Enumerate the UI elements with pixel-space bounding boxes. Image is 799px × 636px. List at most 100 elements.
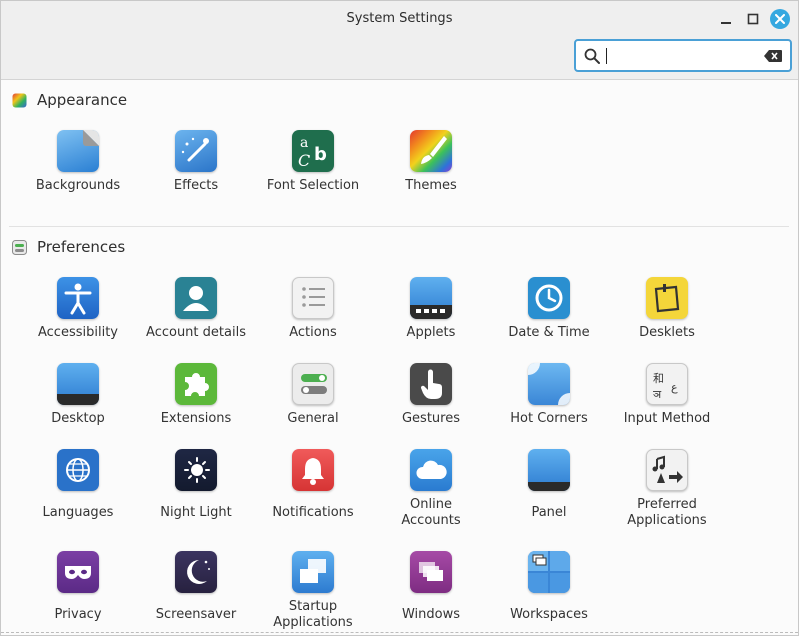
tile-actions[interactable]: Actions [254, 277, 372, 367]
workspaces-icon [528, 551, 570, 593]
tile-online-accounts[interactable]: Online Accounts [372, 449, 490, 539]
tile-extensions[interactable]: Extensions [137, 363, 255, 453]
applets-icon [410, 277, 452, 319]
startup-icon [292, 551, 334, 593]
hot-corners-icon [528, 363, 570, 405]
tile-label: Input Method [623, 411, 711, 426]
svg-text:ع: ع [671, 381, 678, 394]
tile-desklets[interactable]: Desklets [608, 277, 726, 367]
tile-general[interactable]: General [254, 363, 372, 453]
tile-account-details[interactable]: Account details [137, 277, 255, 367]
tile-label-line2: Applications [273, 615, 353, 630]
cloud-icon [410, 449, 452, 491]
tile-label: Backgrounds [35, 178, 121, 193]
tile-gestures[interactable]: Gestures [372, 363, 490, 453]
puzzle-icon [175, 363, 217, 405]
hand-pointer-icon [410, 363, 452, 405]
backgrounds-icon [57, 130, 99, 172]
section-title: Preferences [37, 238, 126, 256]
accessibility-icon [57, 277, 99, 319]
tile-preferred-applications[interactable]: Preferred Applications [608, 449, 726, 539]
panel-icon [528, 449, 570, 491]
tile-workspaces[interactable]: Workspaces [490, 551, 608, 636]
input-method-icon: 和ञع [646, 363, 688, 405]
appearance-icon [12, 93, 27, 107]
tile-label: Applets [406, 325, 456, 340]
tile-label: Languages [42, 505, 114, 520]
tile-label: Date & Time [508, 325, 590, 340]
tile-startup-applications[interactable]: Startup Applications [254, 551, 372, 636]
tile-label: General [287, 411, 339, 426]
minimize-icon [721, 22, 731, 24]
tile-label: Startup [288, 599, 338, 614]
windows-icon [410, 551, 452, 593]
tile-label: Font Selection [266, 178, 360, 193]
close-button[interactable] [770, 9, 790, 29]
section-appearance: Appearance [12, 90, 127, 110]
maximize-button[interactable] [743, 9, 763, 29]
effects-icon [175, 130, 217, 172]
svg-text:a: a [300, 135, 308, 151]
tile-languages[interactable]: Languages [19, 449, 137, 539]
tile-label: Accessibility [38, 325, 118, 340]
tile-label: Hot Corners [510, 411, 588, 426]
search-input[interactable] [606, 48, 607, 64]
tile-date-time[interactable]: Date & Time [490, 277, 608, 367]
moon-stars-icon [175, 551, 217, 593]
tile-windows[interactable]: Windows [372, 551, 490, 636]
maximize-icon [747, 13, 759, 25]
tile-label: Desktop [51, 411, 105, 426]
tile-screensaver[interactable]: Screensaver [137, 551, 255, 636]
globe-icon [57, 449, 99, 491]
tile-applets[interactable]: Applets [372, 277, 490, 367]
tile-input-method[interactable]: 和ञع Input Method [608, 363, 726, 453]
tile-label: Effects [173, 178, 219, 193]
tile-font-selection[interactable]: a b C Font Selection [254, 130, 372, 220]
tile-privacy[interactable]: Privacy [19, 551, 137, 636]
section-title: Appearance [37, 91, 128, 109]
tile-hot-corners[interactable]: Hot Corners [490, 363, 608, 453]
svg-text:b: b [314, 144, 327, 165]
tile-night-light[interactable]: Night Light [137, 449, 255, 539]
tile-backgrounds[interactable]: Backgrounds [19, 130, 137, 220]
tile-label: Privacy [54, 607, 102, 622]
mask-icon [57, 551, 99, 593]
themes-icon [410, 130, 452, 172]
tile-panel[interactable]: Panel [490, 449, 608, 539]
minimize-button[interactable] [716, 9, 736, 29]
tile-label: Extensions [160, 411, 232, 426]
section-divider [9, 226, 789, 227]
desklets-icon [646, 277, 688, 319]
clock-icon [528, 277, 570, 319]
tile-label: Desklets [639, 325, 695, 340]
window-title: System Settings [346, 11, 453, 26]
actions-icon [292, 277, 334, 319]
night-light-icon [175, 449, 217, 491]
tile-label: Account details [146, 325, 246, 340]
tile-label: Night Light [160, 505, 232, 520]
header-bar: System Settings [1, 1, 798, 80]
tile-accessibility[interactable]: Accessibility [19, 277, 137, 367]
tile-label-line2: Applications [627, 513, 707, 528]
backspace-icon[interactable] [764, 50, 782, 62]
tile-effects[interactable]: Effects [137, 130, 255, 220]
font-selection-icon: a b C [292, 130, 334, 172]
bottom-border [1, 632, 798, 635]
desktop-icon [57, 363, 99, 405]
tile-label: Actions [289, 325, 337, 340]
tile-themes[interactable]: Themes [372, 130, 490, 220]
tile-desktop[interactable]: Desktop [19, 363, 137, 453]
tile-label: Preferred [637, 497, 697, 512]
svg-text:ञ: ञ [653, 388, 662, 401]
search-field[interactable] [574, 39, 792, 72]
tile-label: Screensaver [155, 607, 237, 622]
account-details-icon [175, 277, 217, 319]
close-icon [775, 14, 785, 24]
svg-text:和: 和 [653, 372, 664, 385]
general-toggles-icon [292, 363, 334, 405]
section-preferences: Preferences [12, 237, 125, 257]
tile-label: Online [410, 497, 452, 512]
svg-text:C: C [298, 151, 310, 170]
tile-notifications[interactable]: Notifications [254, 449, 372, 539]
tile-label: Workspaces [510, 607, 588, 622]
